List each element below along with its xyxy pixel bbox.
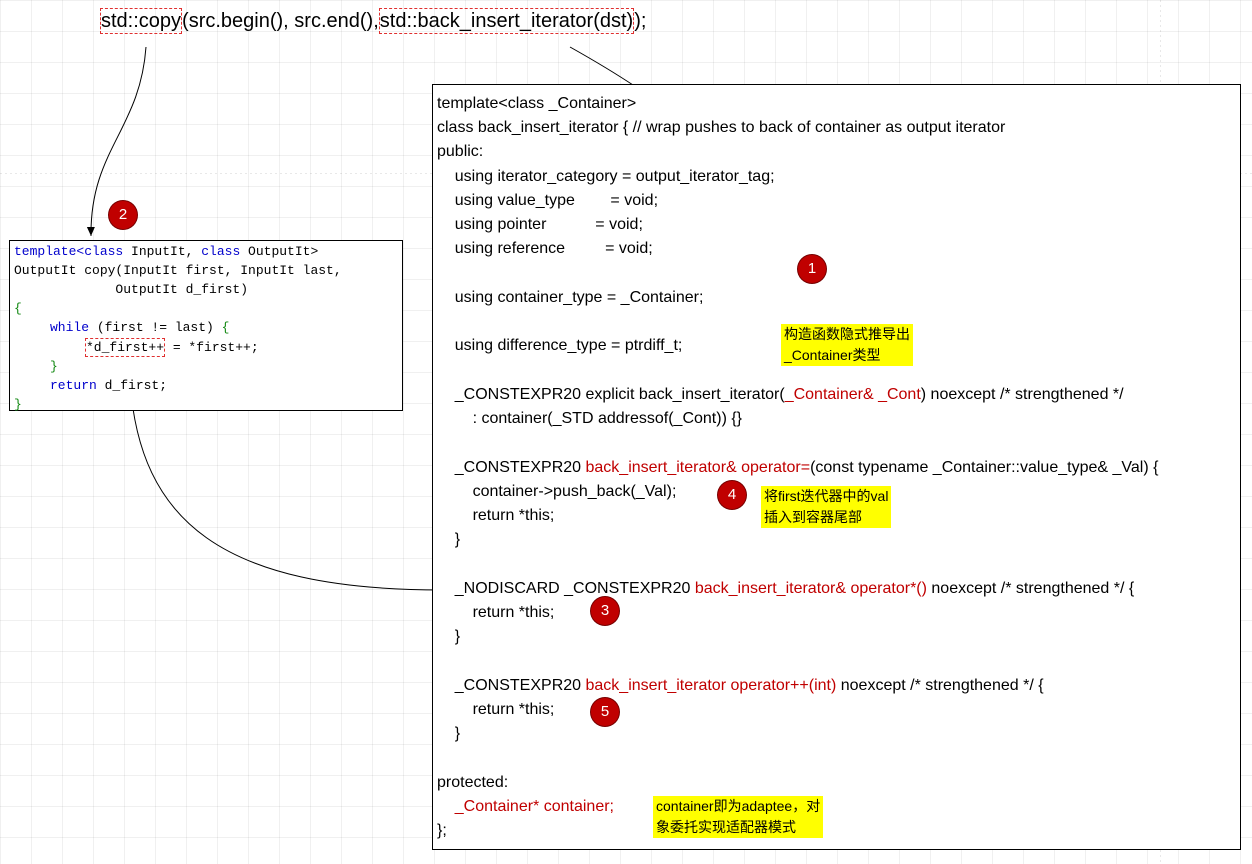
copy-line-3: OutputIt d_first)	[14, 282, 249, 297]
increment-return-line: return *this;	[437, 701, 555, 718]
container-member-line: _Container* container;	[437, 798, 614, 815]
copy-line-5: while (first != last) {	[50, 320, 230, 335]
increment-close-brace: }	[437, 725, 461, 742]
class-line-template: template<class _Container>	[437, 95, 637, 112]
call-args: (src.begin(), src.end(),	[182, 10, 379, 32]
step-badge-2: 2	[109, 201, 137, 229]
push-back-line: container->push_back(_Val);	[437, 483, 677, 500]
increment-operator-line: _CONSTEXPR20 back_insert_iterator operat…	[437, 677, 1044, 694]
assign-close-brace: }	[437, 531, 461, 548]
class-line-difference-type: using difference_type = ptrdiff_t;	[437, 337, 683, 354]
step-badge-3: 3	[591, 597, 619, 625]
note-adaptee: container即为adaptee，对 象委托实现适配器模式	[653, 796, 824, 838]
class-line-container-type: using container_type = _Container;	[437, 289, 704, 306]
deref-close-brace: }	[437, 628, 461, 645]
step-badge-1: 1	[798, 255, 826, 283]
step-badge-4: 4	[718, 481, 746, 509]
class-line-iterator-category: using iterator_category = output_iterato…	[437, 168, 775, 185]
copy-line-9: }	[14, 397, 22, 412]
class-close-line: };	[437, 822, 447, 839]
copy-line-6: *d_first++ = *first++;	[85, 338, 259, 357]
assign-operator-line: _CONSTEXPR20 back_insert_iterator& opera…	[437, 459, 1159, 476]
call-end: );	[634, 10, 647, 32]
std-copy-label: std::copy	[100, 8, 183, 34]
deref-return-line: return *this;	[437, 604, 555, 621]
class-line-decl: class back_insert_iterator { // wrap pus…	[437, 119, 1006, 136]
class-line-public: public:	[437, 143, 484, 160]
copy-line-7: }	[50, 359, 58, 374]
class-line-reference: using reference = void;	[437, 240, 653, 257]
copy-line-8: return d_first;	[50, 378, 168, 393]
protected-label: protected:	[437, 774, 509, 791]
constructor-init-line: : container(_STD addressof(_Cont)) {}	[437, 410, 743, 427]
copy-template-box: template<class InputIt, class OutputIt> …	[9, 240, 403, 412]
back-insert-iterator-ctor: std::back_insert_iterator(dst)	[378, 8, 635, 34]
note-ctor-deduction: 构造函数隐式推导出 _Container类型	[781, 324, 913, 366]
copy-call-expression: std::copy(src.begin(), src.end(),std::ba…	[100, 8, 647, 34]
arrow-deref-to-operator-star	[129, 381, 443, 594]
d-first-deref-highlight: *d_first++	[85, 338, 166, 357]
constructor-line: _CONSTEXPR20 explicit back_insert_iterat…	[437, 386, 1124, 403]
step-badge-5: 5	[591, 698, 619, 726]
copy-line-4: {	[14, 301, 22, 316]
assign-return-line: return *this;	[437, 507, 555, 524]
note-insert-tail: 将first迭代器中的val 插入到容器尾部	[761, 486, 892, 528]
deref-operator-line: _NODISCARD _CONSTEXPR20 back_insert_iter…	[437, 580, 1135, 597]
copy-line-2: OutputIt copy(InputIt first, InputIt las…	[14, 263, 342, 278]
class-line-pointer: using pointer = void;	[437, 216, 643, 233]
class-line-value-type: using value_type = void;	[437, 192, 659, 209]
copy-line-1: template<class InputIt, class OutputIt>	[14, 244, 319, 259]
back-insert-iterator-class-box: template<class _Container> class back_in…	[432, 84, 1241, 850]
